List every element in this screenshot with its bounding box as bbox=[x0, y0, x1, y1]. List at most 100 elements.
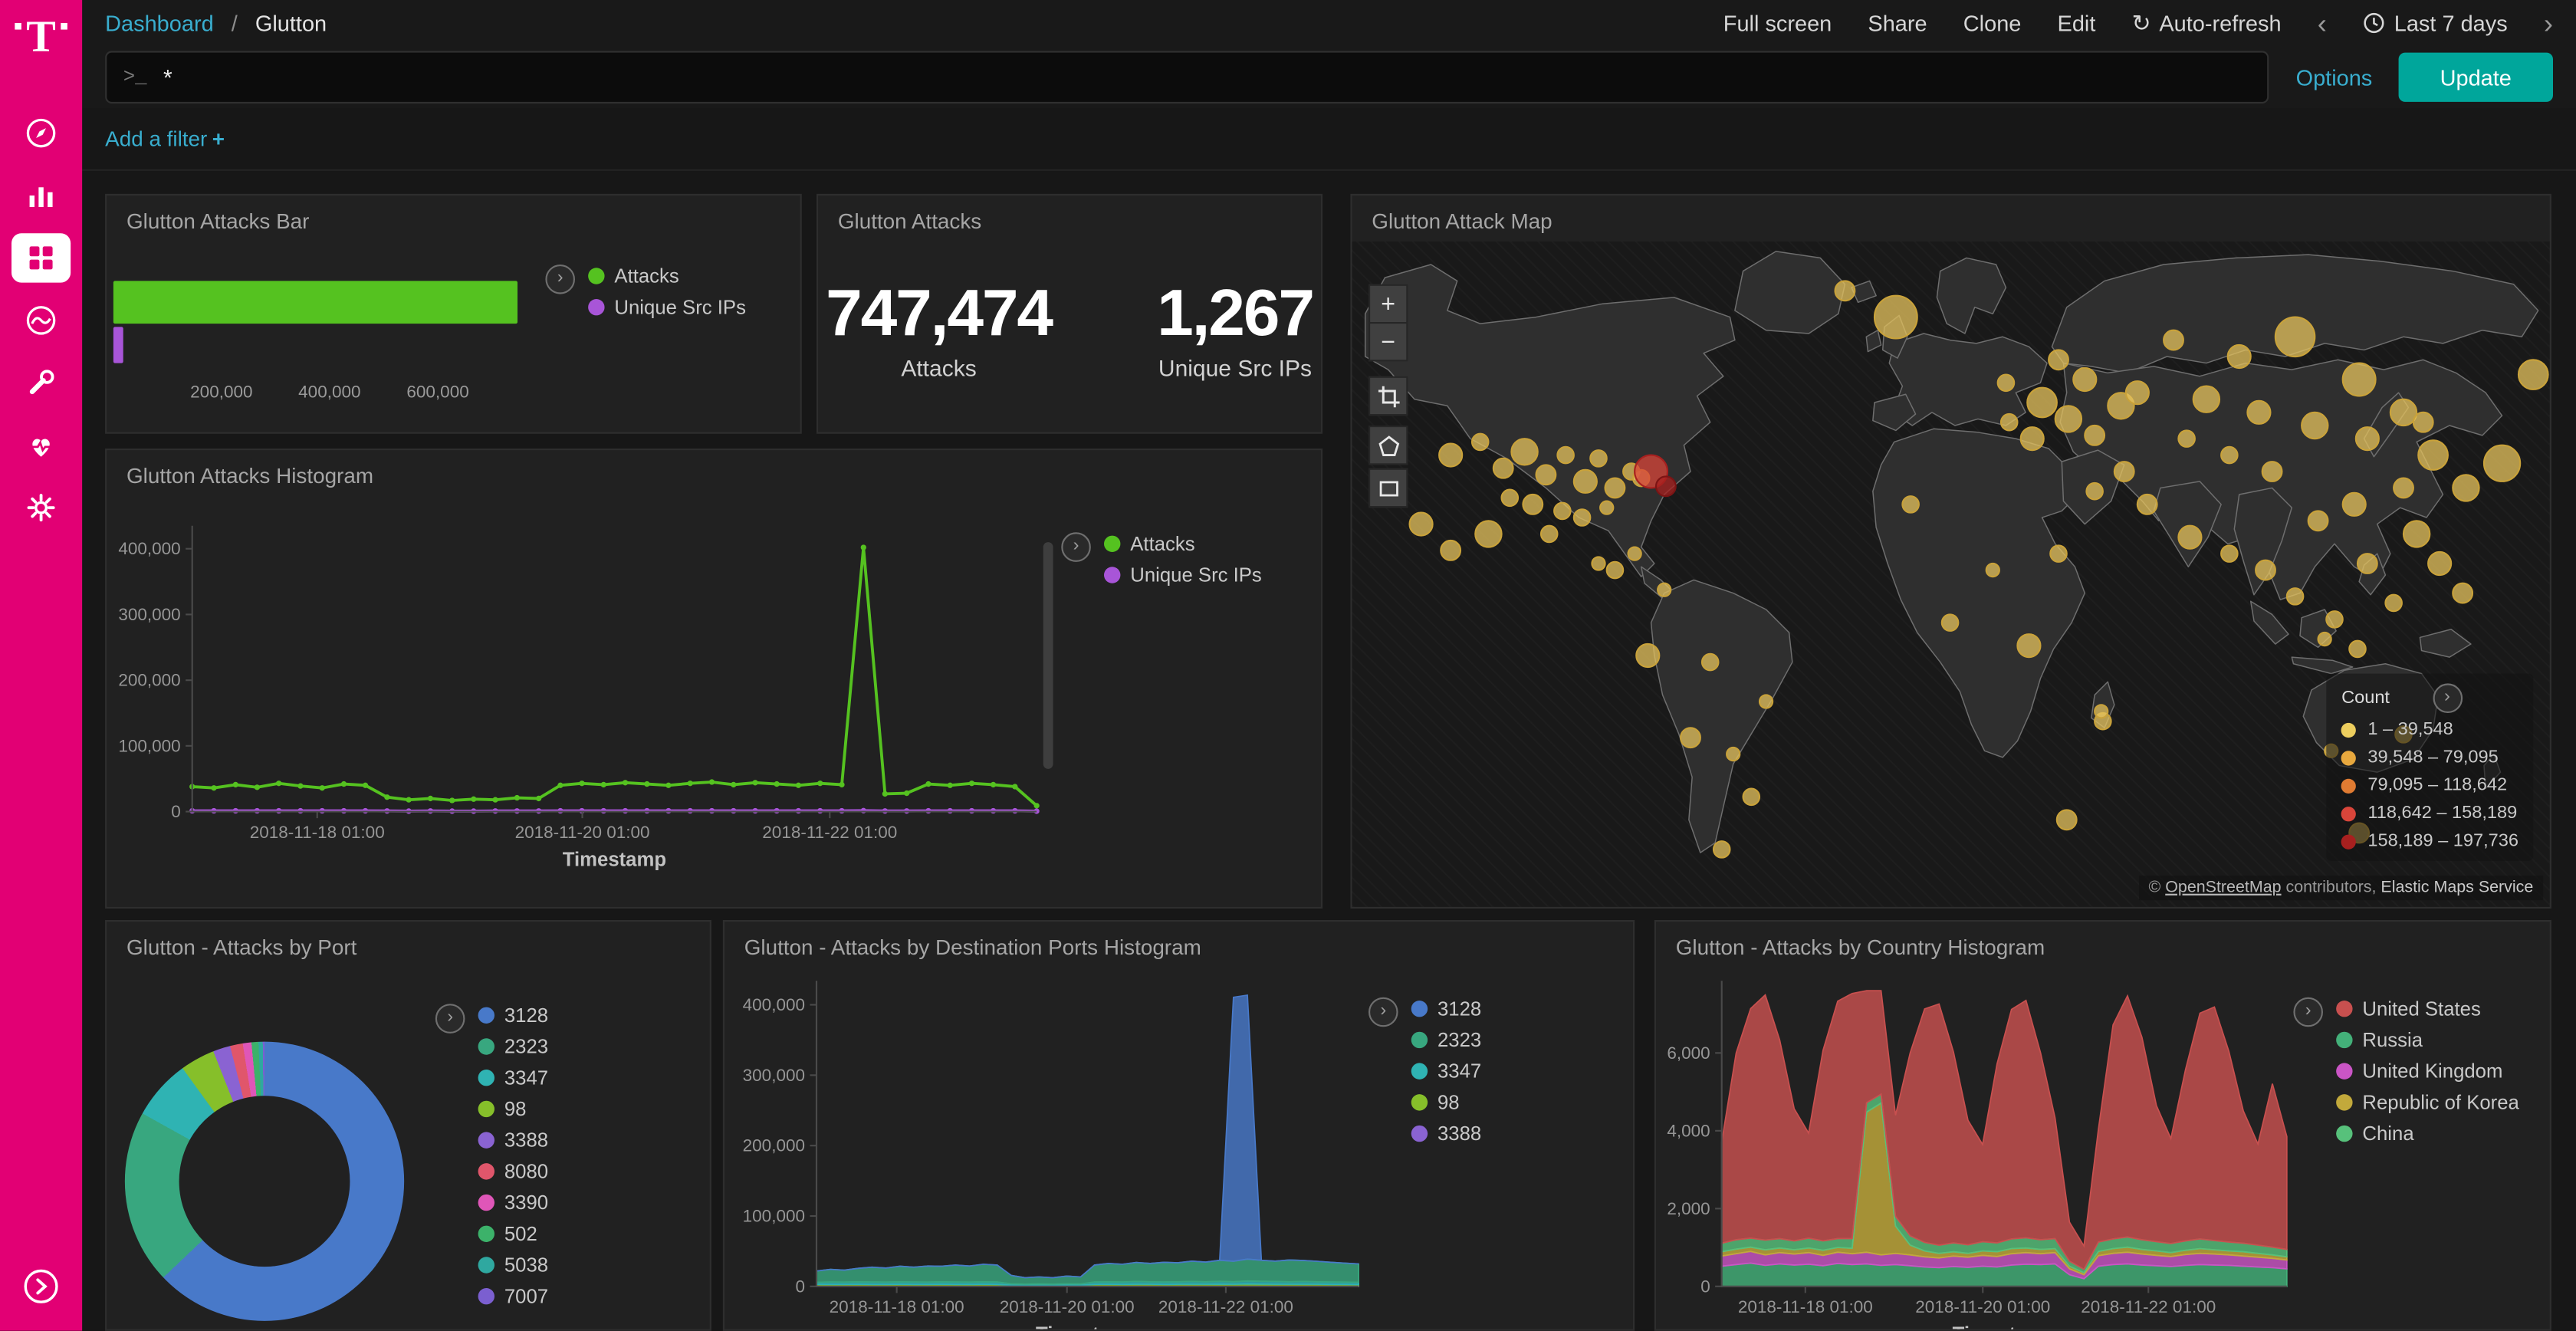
attack-marker[interactable] bbox=[1600, 501, 1613, 514]
attack-marker[interactable] bbox=[1986, 564, 1999, 577]
attack-marker[interactable] bbox=[1410, 513, 1433, 536]
attack-marker[interactable] bbox=[1493, 458, 1513, 478]
bar-unique-src-ips[interactable] bbox=[113, 327, 123, 363]
attack-marker[interactable] bbox=[2349, 641, 2365, 657]
attack-marker[interactable] bbox=[2484, 445, 2520, 481]
nav-management[interactable] bbox=[12, 483, 71, 532]
time-forward-button[interactable]: › bbox=[2544, 9, 2553, 37]
legend-item-8080[interactable]: 8080 bbox=[478, 1160, 549, 1183]
attack-marker[interactable] bbox=[2343, 363, 2376, 396]
attack-marker[interactable] bbox=[2394, 478, 2413, 498]
legend-item-united-kingdom[interactable]: United Kingdom bbox=[2336, 1060, 2519, 1083]
attack-marker[interactable] bbox=[2001, 414, 2017, 430]
chevron-right-circle-icon[interactable]: › bbox=[1061, 532, 1091, 562]
legend-item-russia[interactable]: Russia bbox=[2336, 1028, 2519, 1051]
tmobile-logo[interactable]: T bbox=[0, 0, 82, 72]
attack-marker[interactable] bbox=[1702, 654, 1718, 670]
attack-marker[interactable] bbox=[1590, 450, 1606, 466]
chevron-right-circle-icon[interactable]: › bbox=[2293, 997, 2323, 1027]
legend-item-98[interactable]: 98 bbox=[1411, 1091, 1482, 1114]
attack-marker[interactable] bbox=[1511, 439, 1537, 465]
legend-item-republic-of-korea[interactable]: Republic of Korea bbox=[2336, 1091, 2519, 1114]
collapse-nav-button[interactable] bbox=[21, 1267, 61, 1314]
query-options-link[interactable]: Options bbox=[2296, 65, 2373, 90]
attack-marker[interactable] bbox=[1636, 644, 1659, 667]
attack-marker[interactable] bbox=[2021, 427, 2044, 450]
attack-marker[interactable] bbox=[2017, 634, 2040, 657]
map-crop-tool-button[interactable] bbox=[1368, 376, 1408, 416]
map-polygon-tool-button[interactable] bbox=[1368, 426, 1408, 465]
legend-item-2323[interactable]: 2323 bbox=[1411, 1028, 1482, 1051]
legend-item-158-189-197-736[interactable]: 158,189 – 197,736 bbox=[2341, 831, 2518, 851]
legend-item-3128[interactable]: 3128 bbox=[1411, 997, 1482, 1020]
attack-marker[interactable] bbox=[2049, 350, 2068, 370]
legend-item-98[interactable]: 98 bbox=[478, 1097, 549, 1120]
attack-marker[interactable] bbox=[1439, 444, 1462, 467]
attack-marker[interactable] bbox=[2164, 330, 2183, 350]
attack-marker[interactable] bbox=[2518, 360, 2548, 389]
attack-marker[interactable] bbox=[1605, 478, 1625, 498]
legend-item-3388[interactable]: 3388 bbox=[1411, 1122, 1482, 1145]
legend-item-3128[interactable]: 3128 bbox=[478, 1004, 549, 1027]
attack-marker[interactable] bbox=[1656, 476, 1676, 496]
attack-marker[interactable] bbox=[1727, 748, 1740, 761]
attack-marker[interactable] bbox=[2275, 317, 2315, 357]
attack-marker[interactable] bbox=[1902, 496, 1918, 512]
legend-item-unique-src-ips[interactable]: Unique Src IPs bbox=[1104, 564, 1262, 587]
time-back-button[interactable]: ‹ bbox=[2318, 9, 2327, 37]
update-button[interactable]: Update bbox=[2399, 53, 2553, 102]
legend-item-attacks[interactable]: Attacks bbox=[588, 265, 746, 288]
menu-full-screen[interactable]: Full screen bbox=[1723, 11, 1832, 35]
attack-marker[interactable] bbox=[2221, 447, 2237, 463]
time-range-picker[interactable]: Last 7 days bbox=[2363, 11, 2508, 35]
attack-marker[interactable] bbox=[1607, 562, 1623, 578]
map-rectangle-tool-button[interactable] bbox=[1368, 468, 1408, 508]
attack-marker[interactable] bbox=[2404, 521, 2430, 547]
map-zoom-in-button[interactable]: + bbox=[1368, 284, 1408, 324]
attack-marker[interactable] bbox=[2453, 475, 2479, 501]
attack-marker[interactable] bbox=[2453, 583, 2472, 603]
attack-marker[interactable] bbox=[2055, 406, 2082, 432]
attack-marker[interactable] bbox=[1835, 281, 1855, 301]
menu-auto-refresh[interactable]: ↻ Auto-refresh bbox=[2132, 9, 2282, 37]
attack-marker[interactable] bbox=[2428, 552, 2451, 575]
attack-marker[interactable] bbox=[2358, 554, 2377, 573]
attack-marker[interactable] bbox=[1523, 495, 1543, 514]
legend-item-3390[interactable]: 3390 bbox=[478, 1191, 549, 1214]
chevron-right-circle-icon[interactable]: › bbox=[1368, 997, 1398, 1027]
openstreetmap-link[interactable]: OpenStreetMap bbox=[2165, 879, 2281, 897]
attack-marker[interactable] bbox=[1942, 614, 1958, 630]
attack-marker[interactable] bbox=[1760, 695, 1773, 708]
attack-marker[interactable] bbox=[1714, 841, 1730, 857]
attack-marker[interactable] bbox=[1658, 583, 1671, 596]
attack-marker[interactable] bbox=[2228, 345, 2251, 368]
attack-marker[interactable] bbox=[2413, 412, 2433, 432]
attack-marker[interactable] bbox=[1475, 521, 1501, 547]
attack-marker[interactable] bbox=[2086, 483, 2102, 499]
attack-marker[interactable] bbox=[2085, 426, 2104, 445]
legend-item-united-states[interactable]: United States bbox=[2336, 997, 2519, 1020]
legend-item-39-548-79-095[interactable]: 39,548 – 79,095 bbox=[2341, 748, 2518, 767]
legend-scrollbar[interactable] bbox=[1043, 542, 1053, 769]
legend-item-7007[interactable]: 7007 bbox=[478, 1285, 549, 1308]
attack-marker[interactable] bbox=[2095, 705, 2108, 718]
attack-marker[interactable] bbox=[1541, 526, 1557, 542]
attack-marker[interactable] bbox=[2418, 440, 2448, 470]
attack-marker[interactable] bbox=[2385, 595, 2401, 611]
attack-marker[interactable] bbox=[1681, 728, 1700, 748]
legend-item-118-642-158-189[interactable]: 118,642 – 158,189 bbox=[2341, 804, 2518, 823]
nav-dev-tools[interactable] bbox=[12, 358, 71, 407]
world-map[interactable]: + − bbox=[1352, 242, 2550, 907]
attack-marker[interactable] bbox=[2308, 511, 2328, 531]
attack-marker[interactable] bbox=[1574, 470, 1597, 493]
chevron-right-circle-icon[interactable]: › bbox=[545, 265, 575, 294]
attack-marker[interactable] bbox=[1441, 541, 1460, 560]
legend-item-unique-src-ips[interactable]: Unique Src IPs bbox=[588, 296, 746, 319]
chevron-right-circle-icon[interactable]: › bbox=[2433, 683, 2463, 713]
attack-marker[interactable] bbox=[1875, 296, 1917, 339]
breadcrumb-dashboard-link[interactable]: Dashboard bbox=[105, 11, 214, 35]
nav-discover[interactable] bbox=[12, 108, 71, 157]
attack-marker[interactable] bbox=[2343, 493, 2366, 516]
legend-item-2323[interactable]: 2323 bbox=[478, 1035, 549, 1058]
attack-marker[interactable] bbox=[2126, 381, 2149, 404]
